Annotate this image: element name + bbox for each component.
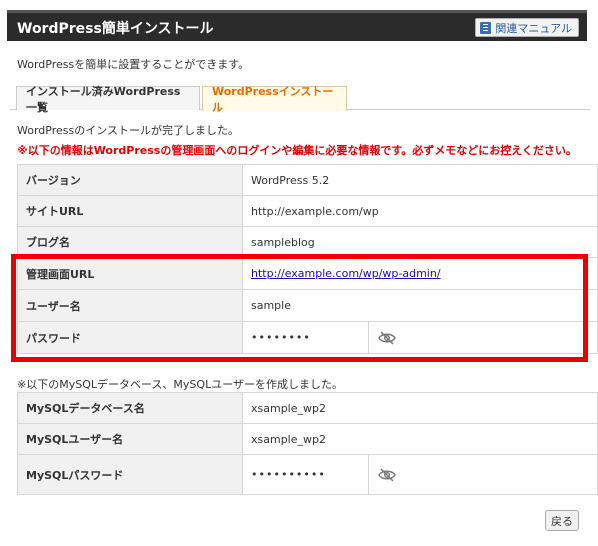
tab-wordpress-install[interactable]: WordPressインストール <box>202 85 347 114</box>
row-value: http://example.com/wp <box>242 195 598 227</box>
wp-info-table: バージョン WordPress 5.2 サイトURL http://exampl… <box>17 164 598 354</box>
row-label: ユーザー名 <box>17 289 243 322</box>
table-row: パスワード •••••••• <box>17 321 598 354</box>
row-value: http://example.com/wp/wp-admin/ <box>242 257 598 290</box>
table-row: ブログ名 sampleblog <box>17 226 598 258</box>
titlebar: WordPress簡単インストール 関連マニュアル <box>7 10 587 41</box>
row-value: xsample_wp2 <box>242 423 598 455</box>
toggle-password-visibility[interactable] <box>368 322 404 353</box>
row-label: MySQLユーザー名 <box>17 423 243 455</box>
tab-installed-list[interactable]: インストール済みWordPress一覧 <box>16 85 200 114</box>
password-masked: •••••••••• <box>251 468 326 481</box>
row-label: バージョン <box>17 164 243 196</box>
page-title: WordPress簡単インストール <box>17 21 214 37</box>
row-label: サイトURL <box>17 195 243 227</box>
manual-button[interactable]: 関連マニュアル <box>475 18 579 37</box>
manual-label: 関連マニュアル <box>495 21 572 35</box>
table-row: MySQLパスワード •••••••••• <box>17 454 598 495</box>
mysql-note: ※以下のMySQLデータベース、MySQLユーザーを作成しました。 <box>17 378 343 391</box>
table-row: 管理画面URL http://example.com/wp/wp-admin/ <box>17 257 598 290</box>
password-masked: •••••••• <box>251 331 311 344</box>
warning-message: ※以下の情報はWordPressの管理画面へのログインや編集に必要な情報です。必… <box>17 144 577 157</box>
row-value: sampleblog <box>242 226 598 258</box>
table-row: MySQLユーザー名 xsample_wp2 <box>17 423 598 455</box>
intro-text: WordPressを簡単に設置することができます。 <box>17 58 250 71</box>
row-label: MySQLデータベース名 <box>17 392 243 424</box>
table-row: MySQLデータベース名 xsample_wp2 <box>17 392 598 424</box>
row-label: パスワード <box>17 321 243 354</box>
row-value: •••••••• <box>242 321 598 354</box>
row-label: ブログ名 <box>17 226 243 258</box>
table-row: ユーザー名 sample <box>17 289 598 322</box>
row-value: WordPress 5.2 <box>242 164 598 196</box>
back-button[interactable]: 戻る <box>545 510 579 531</box>
row-value: sample <box>242 289 598 322</box>
tab-bar: インストール済みWordPress一覧 WordPressインストール <box>10 85 590 114</box>
completion-message: WordPressのインストールが完了しました。 <box>17 124 240 137</box>
mysql-info-table: MySQLデータベース名 xsample_wp2 MySQLユーザー名 xsam… <box>17 392 598 495</box>
row-label: 管理画面URL <box>17 257 243 290</box>
table-row: バージョン WordPress 5.2 <box>17 164 598 196</box>
table-row: サイトURL http://example.com/wp <box>17 195 598 227</box>
book-icon <box>480 21 492 34</box>
row-label: MySQLパスワード <box>17 454 243 495</box>
toggle-password-visibility[interactable] <box>368 455 404 494</box>
admin-url-link[interactable]: http://example.com/wp/wp-admin/ <box>251 267 441 280</box>
eye-slash-icon <box>377 467 396 482</box>
row-value: xsample_wp2 <box>242 392 598 424</box>
row-value: •••••••••• <box>242 454 598 495</box>
eye-slash-icon <box>377 330 396 345</box>
